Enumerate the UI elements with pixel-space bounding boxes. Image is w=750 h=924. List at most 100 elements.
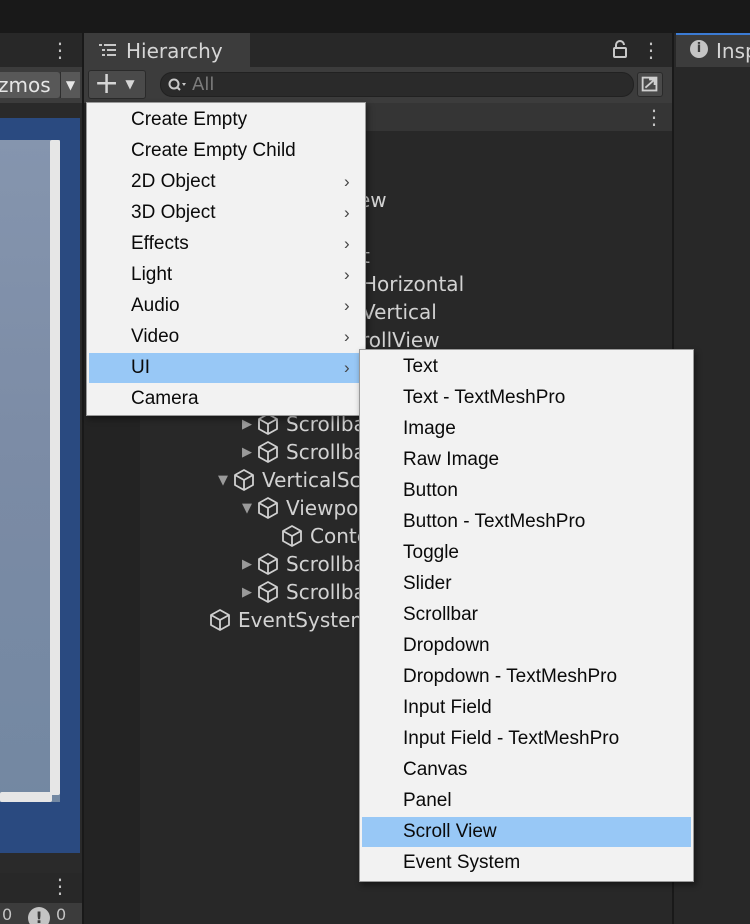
foldout-closed-icon[interactable]: ▶ xyxy=(238,585,256,600)
menu-item-create-empty-child[interactable]: Create Empty Child xyxy=(89,136,363,166)
menu-item-canvas[interactable]: Canvas xyxy=(362,755,691,785)
hierarchy-item[interactable]: ▶ Scrollbar xyxy=(238,438,374,466)
menu-item-label: Button xyxy=(403,480,458,501)
scene-vertical-scrollbar[interactable] xyxy=(50,140,60,795)
menu-item-label: Dropdown xyxy=(403,635,490,656)
menu-item-camera[interactable]: Camera xyxy=(89,384,363,414)
menu-item-label: Input Field - TextMeshPro xyxy=(403,728,620,749)
menu-item-panel[interactable]: Panel xyxy=(362,786,691,816)
search-icon xyxy=(168,78,186,91)
ui-submenu: Text Text - TextMeshPro Image Raw Image Butt… xyxy=(359,349,694,882)
gameobject-cube-icon xyxy=(256,552,280,576)
menu-item-label: Canvas xyxy=(403,759,468,780)
menu-item-text[interactable]: Text xyxy=(362,352,691,382)
search-placeholder: All xyxy=(192,74,215,95)
menu-item-2d-object[interactable]: 2D Object › xyxy=(89,167,363,197)
menu-item-create-empty[interactable]: Create Empty xyxy=(89,105,363,135)
search-mode-button[interactable] xyxy=(637,72,663,97)
hierarchy-item-label: Vertical xyxy=(362,300,437,324)
warning-icon[interactable]: ! xyxy=(28,907,50,924)
hierarchy-item[interactable]: Vertical xyxy=(362,298,437,326)
gameobject-cube-icon xyxy=(232,468,256,492)
gameobject-cube-icon xyxy=(208,608,232,632)
menu-item-label: Panel xyxy=(403,790,452,811)
foldout-closed-icon[interactable]: ▶ xyxy=(238,417,256,432)
menu-item-dropdown-textmeshpro[interactable]: Dropdown - TextMeshPro xyxy=(362,662,691,692)
chevron-right-icon: › xyxy=(344,203,350,222)
menu-item-effects[interactable]: Effects › xyxy=(89,229,363,259)
foldout-open-icon[interactable]: ▼ xyxy=(214,473,232,488)
menu-item-text-textmeshpro[interactable]: Text - TextMeshPro xyxy=(362,383,691,413)
menu-item-label: Video xyxy=(131,326,180,347)
menu-item-image[interactable]: Image xyxy=(362,414,691,444)
menu-item-label: Slider xyxy=(403,573,452,594)
hierarchy-panel-menu-icon[interactable]: ⋮ xyxy=(641,38,661,62)
menu-item-label: Create Empty Child xyxy=(131,140,296,161)
menu-item-audio[interactable]: Audio › xyxy=(89,291,363,321)
menu-item-label: Event System xyxy=(403,852,521,873)
menu-item-input-field[interactable]: Input Field xyxy=(362,693,691,723)
gameobject-cube-icon xyxy=(256,580,280,604)
hierarchy-item[interactable]: ▶ Scrollbar xyxy=(238,550,374,578)
chevron-right-icon: › xyxy=(344,327,350,346)
hierarchy-item[interactable]: Horizontal xyxy=(362,270,464,298)
gameobject-cube-icon xyxy=(256,496,280,520)
menu-item-event-system[interactable]: Event System xyxy=(362,848,691,878)
chevron-right-icon: › xyxy=(344,265,350,284)
scene-row-menu-icon[interactable]: ⋮ xyxy=(644,105,664,129)
lock-icon[interactable] xyxy=(612,39,628,59)
menu-item-label: Dropdown - TextMeshPro xyxy=(403,666,618,687)
menu-item-input-field-textmeshpro[interactable]: Input Field - TextMeshPro xyxy=(362,724,691,754)
menu-item-label: Scroll View xyxy=(403,821,497,842)
menu-item-label: 3D Object xyxy=(131,202,216,223)
foldout-closed-icon[interactable]: ▶ xyxy=(238,445,256,460)
create-menu: Create Empty Create Empty Child 2D Object ›… xyxy=(86,102,366,416)
scene-panel-menu-icon[interactable]: ⋮ xyxy=(50,38,70,62)
menu-item-button[interactable]: Button xyxy=(362,476,691,506)
menu-item-label: Text xyxy=(403,356,438,377)
menu-item-video[interactable]: Video › xyxy=(89,322,363,352)
chevron-down-icon: ▼ xyxy=(125,77,135,91)
menu-item-button-textmeshpro[interactable]: Button - TextMeshPro xyxy=(362,507,691,537)
menu-item-label: Button - TextMeshPro xyxy=(403,511,586,532)
gizmos-button[interactable]: zmos xyxy=(0,72,60,98)
gameobject-cube-icon xyxy=(256,440,280,464)
menu-item-raw-image[interactable]: Raw Image xyxy=(362,445,691,475)
menu-item-label: Light xyxy=(131,264,173,285)
foldout-closed-icon[interactable]: ▶ xyxy=(238,557,256,572)
info-icon: i xyxy=(690,40,708,58)
hierarchy-item-label: Horizontal xyxy=(362,272,465,296)
gameobject-cube-icon xyxy=(280,524,304,548)
hierarchy-item-label: EventSystem xyxy=(238,608,370,632)
scene-horizontal-scrollbar[interactable] xyxy=(0,792,52,802)
menu-item-label: 2D Object xyxy=(131,171,216,192)
menu-item-scroll-view[interactable]: Scroll View xyxy=(362,817,691,847)
inspector-tab-title: Insp xyxy=(716,39,750,63)
menu-item-label: Text - TextMeshPro xyxy=(403,387,566,408)
menu-item-label: Input Field xyxy=(403,697,492,718)
menu-item-toggle[interactable]: Toggle xyxy=(362,538,691,568)
hierarchy-list-icon xyxy=(99,44,116,56)
foldout-open-icon[interactable]: ▼ xyxy=(238,501,256,516)
bottom-panel-menu-icon[interactable]: ⋮ xyxy=(50,874,70,898)
hierarchy-item[interactable]: ▶ Scrollbar xyxy=(238,578,374,606)
scene-search-icon xyxy=(641,76,658,92)
menu-item-slider[interactable]: Slider xyxy=(362,569,691,599)
search-input[interactable] xyxy=(160,72,634,97)
menu-item-label: Effects xyxy=(131,233,189,254)
menu-item-dropdown[interactable]: Dropdown xyxy=(362,631,691,661)
hierarchy-item[interactable]: ▼ Viewport xyxy=(238,494,374,522)
menu-item-label: Create Empty xyxy=(131,109,248,130)
hierarchy-item[interactable]: ▼ VerticalScro xyxy=(214,466,381,494)
chevron-right-icon: › xyxy=(344,172,350,191)
menu-item-label: Toggle xyxy=(403,542,459,563)
menu-item-ui[interactable]: UI › xyxy=(89,353,363,383)
menu-item-light[interactable]: Light › xyxy=(89,260,363,290)
menu-item-3d-object[interactable]: 3D Object › xyxy=(89,198,363,228)
gizmos-label: zmos xyxy=(0,73,51,97)
gizmos-dropdown-icon[interactable]: ▼ xyxy=(60,72,80,98)
hierarchy-item[interactable]: EventSystem xyxy=(190,606,370,634)
chevron-right-icon: › xyxy=(344,296,350,315)
plus-icon: + xyxy=(94,66,120,101)
menu-item-scrollbar[interactable]: Scrollbar xyxy=(362,600,691,630)
